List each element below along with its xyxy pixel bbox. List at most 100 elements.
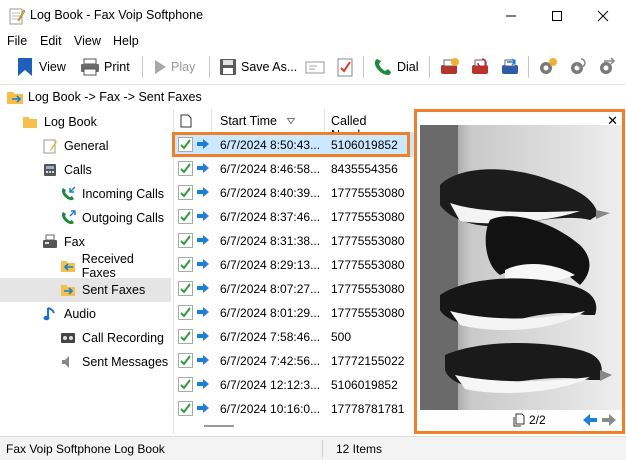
checkmark-icon: [178, 401, 193, 416]
cell-called-number: 17775553080: [331, 258, 405, 272]
menu-bar: File Edit View Help: [0, 32, 626, 50]
tree-item-fax[interactable]: Fax: [42, 230, 162, 254]
save-as-button[interactable]: Save As...: [219, 55, 297, 79]
outgoing-arrow-icon: [197, 187, 209, 197]
fax-add-button[interactable]: [438, 55, 460, 79]
dial-button[interactable]: Dial: [373, 55, 419, 79]
view-button[interactable]: View: [15, 55, 66, 79]
table-row[interactable]: 6/7/2024 10:16:0... 17778781781: [174, 397, 414, 421]
outgoing-arrow-icon: [197, 211, 209, 221]
selected-row-highlight: [172, 132, 410, 157]
table-row[interactable]: 6/7/2024 7:42:56... 17772155022: [174, 349, 414, 373]
outgoing-arrow-icon: [197, 403, 209, 413]
print-button[interactable]: Print: [80, 55, 130, 79]
message-button[interactable]: [305, 55, 325, 79]
view-label: View: [39, 60, 66, 74]
tree-item-label: Incoming Calls: [82, 187, 164, 201]
cell-start-time: 6/7/2024 8:37:46...: [220, 210, 321, 224]
minimize-button[interactable]: [488, 0, 534, 32]
status-text: Fax Voip Softphone Log Book: [6, 442, 165, 456]
outgoing-call-icon: [61, 210, 76, 225]
notepad-app-icon: [9, 8, 25, 25]
table-row[interactable]: 6/7/2024 8:37:46... 17775553080: [174, 205, 414, 229]
tree-item-label: Fax: [64, 235, 85, 249]
sent-fax-folder-icon: [7, 92, 23, 104]
cell-start-time: 6/7/2024 10:16:0...: [220, 402, 321, 416]
cell-start-time: 6/7/2024 8:40:39...: [220, 186, 321, 200]
save-as-label: Save As...: [241, 60, 298, 74]
tree-item-call-recording[interactable]: Call Recording: [60, 326, 170, 350]
toolbar: View Print Play Save As... Dial: [0, 50, 626, 84]
menu-help[interactable]: Help: [113, 34, 139, 48]
phone-icon: [374, 59, 391, 75]
tree-item-outgoing-calls[interactable]: Outgoing Calls: [60, 206, 170, 230]
table-row[interactable]: 6/7/2024 8:40:39... 17775553080: [174, 181, 414, 205]
pages-icon: [513, 413, 525, 427]
window-title: Log Book - Fax Voip Softphone: [30, 8, 204, 22]
tree-item-calls[interactable]: Calls: [42, 158, 162, 182]
next-page-icon[interactable]: [601, 413, 617, 427]
fax-refresh-button[interactable]: [469, 55, 491, 79]
checklist-button[interactable]: [336, 55, 354, 79]
cell-start-time: 6/7/2024 8:31:38...: [220, 234, 321, 248]
play-button[interactable]: Play: [153, 55, 195, 79]
sent-fax-folder-icon: [61, 285, 75, 296]
toolbar-separator: [528, 56, 529, 78]
speaker-icon: [62, 356, 69, 368]
table-row[interactable]: 6/7/2024 8:31:38... 17775553080: [174, 229, 414, 253]
toolbar-separator: [429, 56, 430, 78]
tree-item-general[interactable]: General: [42, 134, 162, 158]
fax-icon: [43, 234, 57, 248]
fax-forward-icon: [502, 58, 518, 74]
horizontal-scrollbar[interactable]: [204, 425, 234, 427]
tree-item-sent-messages[interactable]: Sent Messages: [60, 350, 170, 374]
fax-add-icon: [441, 58, 459, 74]
incoming-call-icon: [61, 186, 76, 201]
table-row[interactable]: 6/7/2024 8:46:58... 8435554356: [174, 157, 414, 181]
table-row[interactable]: 6/7/2024 7:58:46... 500: [174, 325, 414, 349]
toolbar-separator: [363, 56, 364, 78]
toolbar-separator: [209, 56, 210, 78]
tree-item-incoming-calls[interactable]: Incoming Calls: [60, 182, 170, 206]
gear-forward-button[interactable]: [596, 55, 618, 79]
table-row[interactable]: 6/7/2024 8:07:27... 17775553080: [174, 277, 414, 301]
tree-item-received-faxes[interactable]: Received Faxes: [60, 252, 170, 280]
tree-item-label: Outgoing Calls: [82, 211, 164, 225]
toolbar-separator: [142, 56, 143, 78]
outgoing-arrow-icon: [197, 283, 209, 293]
gear-add-button[interactable]: [536, 55, 558, 79]
cell-called-number: 17775553080: [331, 306, 405, 320]
menu-edit[interactable]: Edit: [40, 34, 62, 48]
table-row[interactable]: 6/7/2024 8:29:13... 17775553080: [174, 253, 414, 277]
preview-footer: 2/2: [417, 410, 622, 432]
folder-icon: [23, 117, 37, 128]
column-divider: [211, 109, 212, 133]
gear-refresh-button[interactable]: [567, 55, 589, 79]
maximize-button[interactable]: [534, 0, 580, 32]
item-count: 12 Items: [336, 442, 383, 456]
table-row[interactable]: 6/7/2024 8:01:29... 17775553080: [174, 301, 414, 325]
play-label: Play: [171, 60, 196, 74]
tree-item-log-book[interactable]: Log Book: [22, 110, 162, 134]
previous-page-icon[interactable]: [582, 413, 598, 427]
menu-file[interactable]: File: [7, 34, 27, 48]
table-row[interactable]: 6/7/2024 12:12:3... 5106019852: [174, 373, 414, 397]
status-bar: Fax Voip Softphone Log Book 12 Items: [0, 436, 626, 460]
close-button[interactable]: [580, 0, 626, 32]
tape-icon: [61, 333, 75, 343]
fax-refresh-icon: [472, 58, 488, 74]
tree-item-sent-faxes[interactable]: Sent Faxes: [0, 278, 171, 302]
close-icon: [597, 10, 609, 22]
tree-item-audio[interactable]: Audio: [42, 302, 162, 326]
fax-forward-button[interactable]: [499, 55, 521, 79]
cell-start-time: 6/7/2024 8:07:27...: [220, 282, 321, 296]
cell-called-number: 8435554356: [331, 162, 398, 176]
outgoing-arrow-icon: [197, 331, 209, 341]
breadcrumb: Log Book -> Fax -> Sent Faxes: [0, 84, 626, 108]
cell-start-time: 6/7/2024 7:58:46...: [220, 330, 321, 344]
column-start-time[interactable]: Start Time: [220, 114, 277, 128]
bookmark-icon: [18, 58, 32, 76]
cell-start-time: 6/7/2024 7:42:56...: [220, 354, 321, 368]
play-icon: [155, 60, 166, 74]
menu-view[interactable]: View: [74, 34, 101, 48]
